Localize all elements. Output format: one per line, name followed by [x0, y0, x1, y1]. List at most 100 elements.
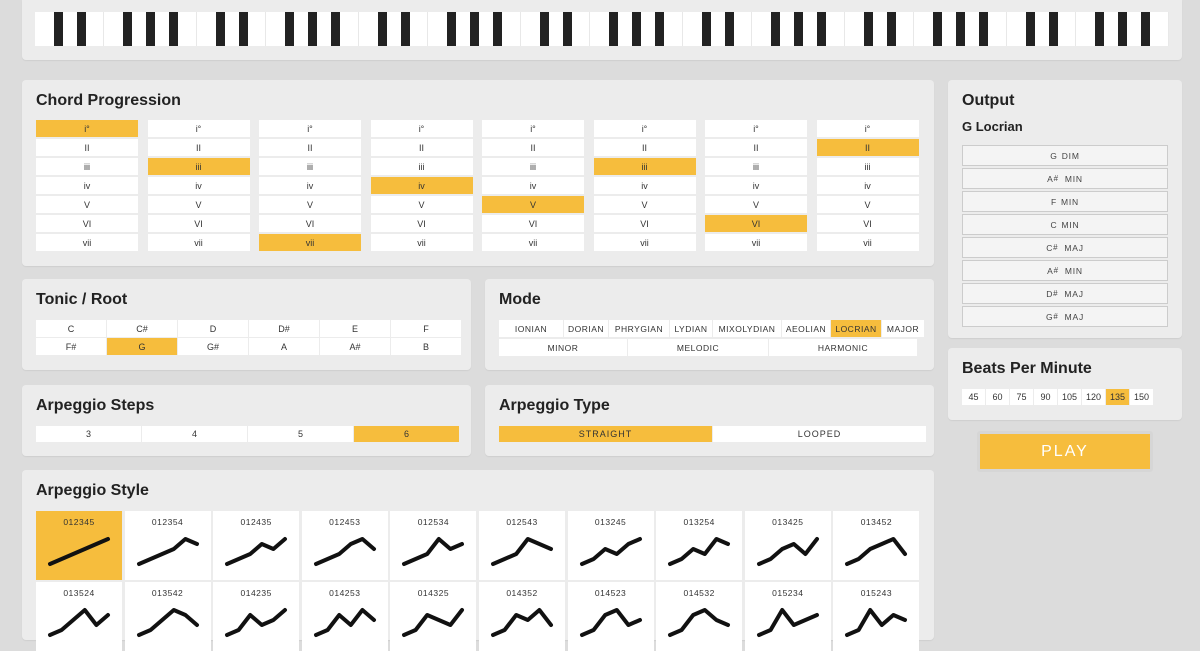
tonic-note-button[interactable]: G [107, 338, 177, 355]
black-key[interactable] [539, 12, 549, 46]
black-key[interactable] [724, 12, 734, 46]
mode-button[interactable]: PHRYGIAN [609, 320, 669, 337]
arpeggio-style-tile[interactable]: 012543 [479, 511, 565, 580]
tonic-note-button[interactable]: B [391, 338, 461, 355]
tonic-note-button[interactable]: F# [36, 338, 106, 355]
chord-degree-cell[interactable]: II [482, 139, 584, 156]
tonic-note-button[interactable]: D# [249, 320, 319, 337]
chord-degree-cell[interactable]: i° [147, 120, 250, 137]
chord-degree-cell[interactable]: vii [370, 234, 473, 251]
chord-degree-cell[interactable]: II [593, 139, 696, 156]
black-key[interactable] [76, 12, 86, 46]
black-key[interactable] [1048, 12, 1058, 46]
mode-button[interactable]: AEOLIAN [782, 320, 830, 337]
mode-button[interactable]: LOCRIAN [831, 320, 881, 337]
chord-degree-cell[interactable]: II [259, 139, 361, 156]
black-key[interactable] [794, 12, 804, 46]
black-key[interactable] [817, 12, 827, 46]
chord-degree-cell[interactable]: V [147, 196, 250, 213]
chord-degree-cell[interactable]: VI [259, 215, 361, 232]
arpeggio-style-tile[interactable]: 014235 [213, 582, 300, 651]
chord-degree-cell[interactable]: vii [482, 234, 584, 251]
chord-degree-cell[interactable]: VI [147, 215, 250, 232]
bpm-button[interactable]: 75 [1010, 389, 1033, 405]
chord-degree-cell[interactable]: iii [593, 158, 696, 175]
black-key[interactable] [285, 12, 295, 46]
chord-degree-cell[interactable]: vii [147, 234, 250, 251]
tonic-note-button[interactable]: C [36, 320, 106, 337]
arpeggio-type-button[interactable]: STRAIGHT [499, 426, 712, 442]
chord-degree-cell[interactable]: iv [593, 177, 696, 194]
chord-degree-cell[interactable]: VI [593, 215, 696, 232]
arpeggio-style-tile[interactable]: 013254 [656, 511, 743, 580]
chord-degree-cell[interactable]: i° [593, 120, 696, 137]
tonic-note-button[interactable]: A# [320, 338, 390, 355]
chord-degree-cell[interactable]: iii [147, 158, 250, 175]
black-key[interactable] [933, 12, 943, 46]
chord-degree-cell[interactable]: VI [482, 215, 584, 232]
chord-degree-cell[interactable]: iv [370, 177, 473, 194]
tonic-note-button[interactable]: G# [178, 338, 248, 355]
chord-degree-cell[interactable]: vii [593, 234, 696, 251]
chord-degree-cell[interactable]: vii [816, 234, 919, 251]
black-key[interactable] [377, 12, 387, 46]
chord-degree-cell[interactable]: i° [705, 120, 807, 137]
arpeggio-style-tile[interactable]: 014532 [656, 582, 743, 651]
chord-degree-cell[interactable]: iv [147, 177, 250, 194]
chord-degree-cell[interactable]: vii [259, 234, 361, 251]
black-key[interactable] [886, 12, 896, 46]
chord-degree-cell[interactable]: iii [705, 158, 807, 175]
arpeggio-style-tile[interactable]: 014352 [479, 582, 565, 651]
arpeggio-style-tile[interactable]: 014325 [390, 582, 477, 651]
chord-degree-cell[interactable]: i° [816, 120, 919, 137]
black-key[interactable] [1095, 12, 1105, 46]
black-key[interactable] [331, 12, 341, 46]
mode-button[interactable]: MELODIC [628, 339, 768, 356]
bpm-button[interactable]: 120 [1082, 389, 1105, 405]
mode-button[interactable]: HARMONIC [769, 339, 917, 356]
mode-button[interactable]: MAJOR [882, 320, 924, 337]
chord-degree-cell[interactable]: II [36, 139, 138, 156]
chord-degree-cell[interactable]: i° [259, 120, 361, 137]
mode-button[interactable]: DORIAN [564, 320, 608, 337]
mode-button[interactable]: MINOR [499, 339, 627, 356]
chord-degree-cell[interactable]: iv [482, 177, 584, 194]
arpeggio-style-tile[interactable]: 012534 [390, 511, 477, 580]
black-key[interactable] [771, 12, 781, 46]
chord-degree-cell[interactable]: II [705, 139, 807, 156]
bpm-button[interactable]: 45 [962, 389, 985, 405]
chord-degree-cell[interactable]: VI [370, 215, 473, 232]
arpeggio-style-tile[interactable]: 013425 [744, 511, 831, 580]
chord-degree-cell[interactable]: iv [36, 177, 138, 194]
chord-degree-cell[interactable]: iii [482, 158, 584, 175]
chord-degree-cell[interactable]: iv [705, 177, 807, 194]
arpeggio-style-tile[interactable]: 013245 [567, 511, 654, 580]
chord-degree-cell[interactable]: II [147, 139, 250, 156]
mode-button[interactable]: LYDIAN [670, 320, 712, 337]
black-key[interactable] [1118, 12, 1128, 46]
black-key[interactable] [1025, 12, 1035, 46]
tonic-note-button[interactable]: A [249, 338, 319, 355]
black-key[interactable] [632, 12, 642, 46]
black-key[interactable] [470, 12, 480, 46]
black-key[interactable] [215, 12, 225, 46]
chord-degree-cell[interactable]: II [370, 139, 473, 156]
black-key[interactable] [1141, 12, 1151, 46]
black-key[interactable] [863, 12, 873, 46]
chord-degree-cell[interactable]: V [593, 196, 696, 213]
chord-degree-cell[interactable]: II [816, 139, 919, 156]
arpeggio-style-tile[interactable]: 012354 [124, 511, 211, 580]
black-key[interactable] [123, 12, 133, 46]
piano-keyboard[interactable] [35, 12, 1169, 46]
arpeggio-style-tile[interactable]: 015234 [744, 582, 831, 651]
chord-degree-cell[interactable]: iii [259, 158, 361, 175]
chord-degree-cell[interactable]: V [816, 196, 919, 213]
chord-degree-cell[interactable]: VI [705, 215, 807, 232]
bpm-button[interactable]: 135 [1106, 389, 1129, 405]
chord-degree-cell[interactable]: V [370, 196, 473, 213]
bpm-button[interactable]: 105 [1058, 389, 1081, 405]
chord-degree-cell[interactable]: iii [36, 158, 138, 175]
play-button[interactable]: PLAY [977, 431, 1153, 472]
arpeggio-style-tile[interactable]: 014253 [301, 582, 388, 651]
chord-degree-cell[interactable]: iv [259, 177, 361, 194]
